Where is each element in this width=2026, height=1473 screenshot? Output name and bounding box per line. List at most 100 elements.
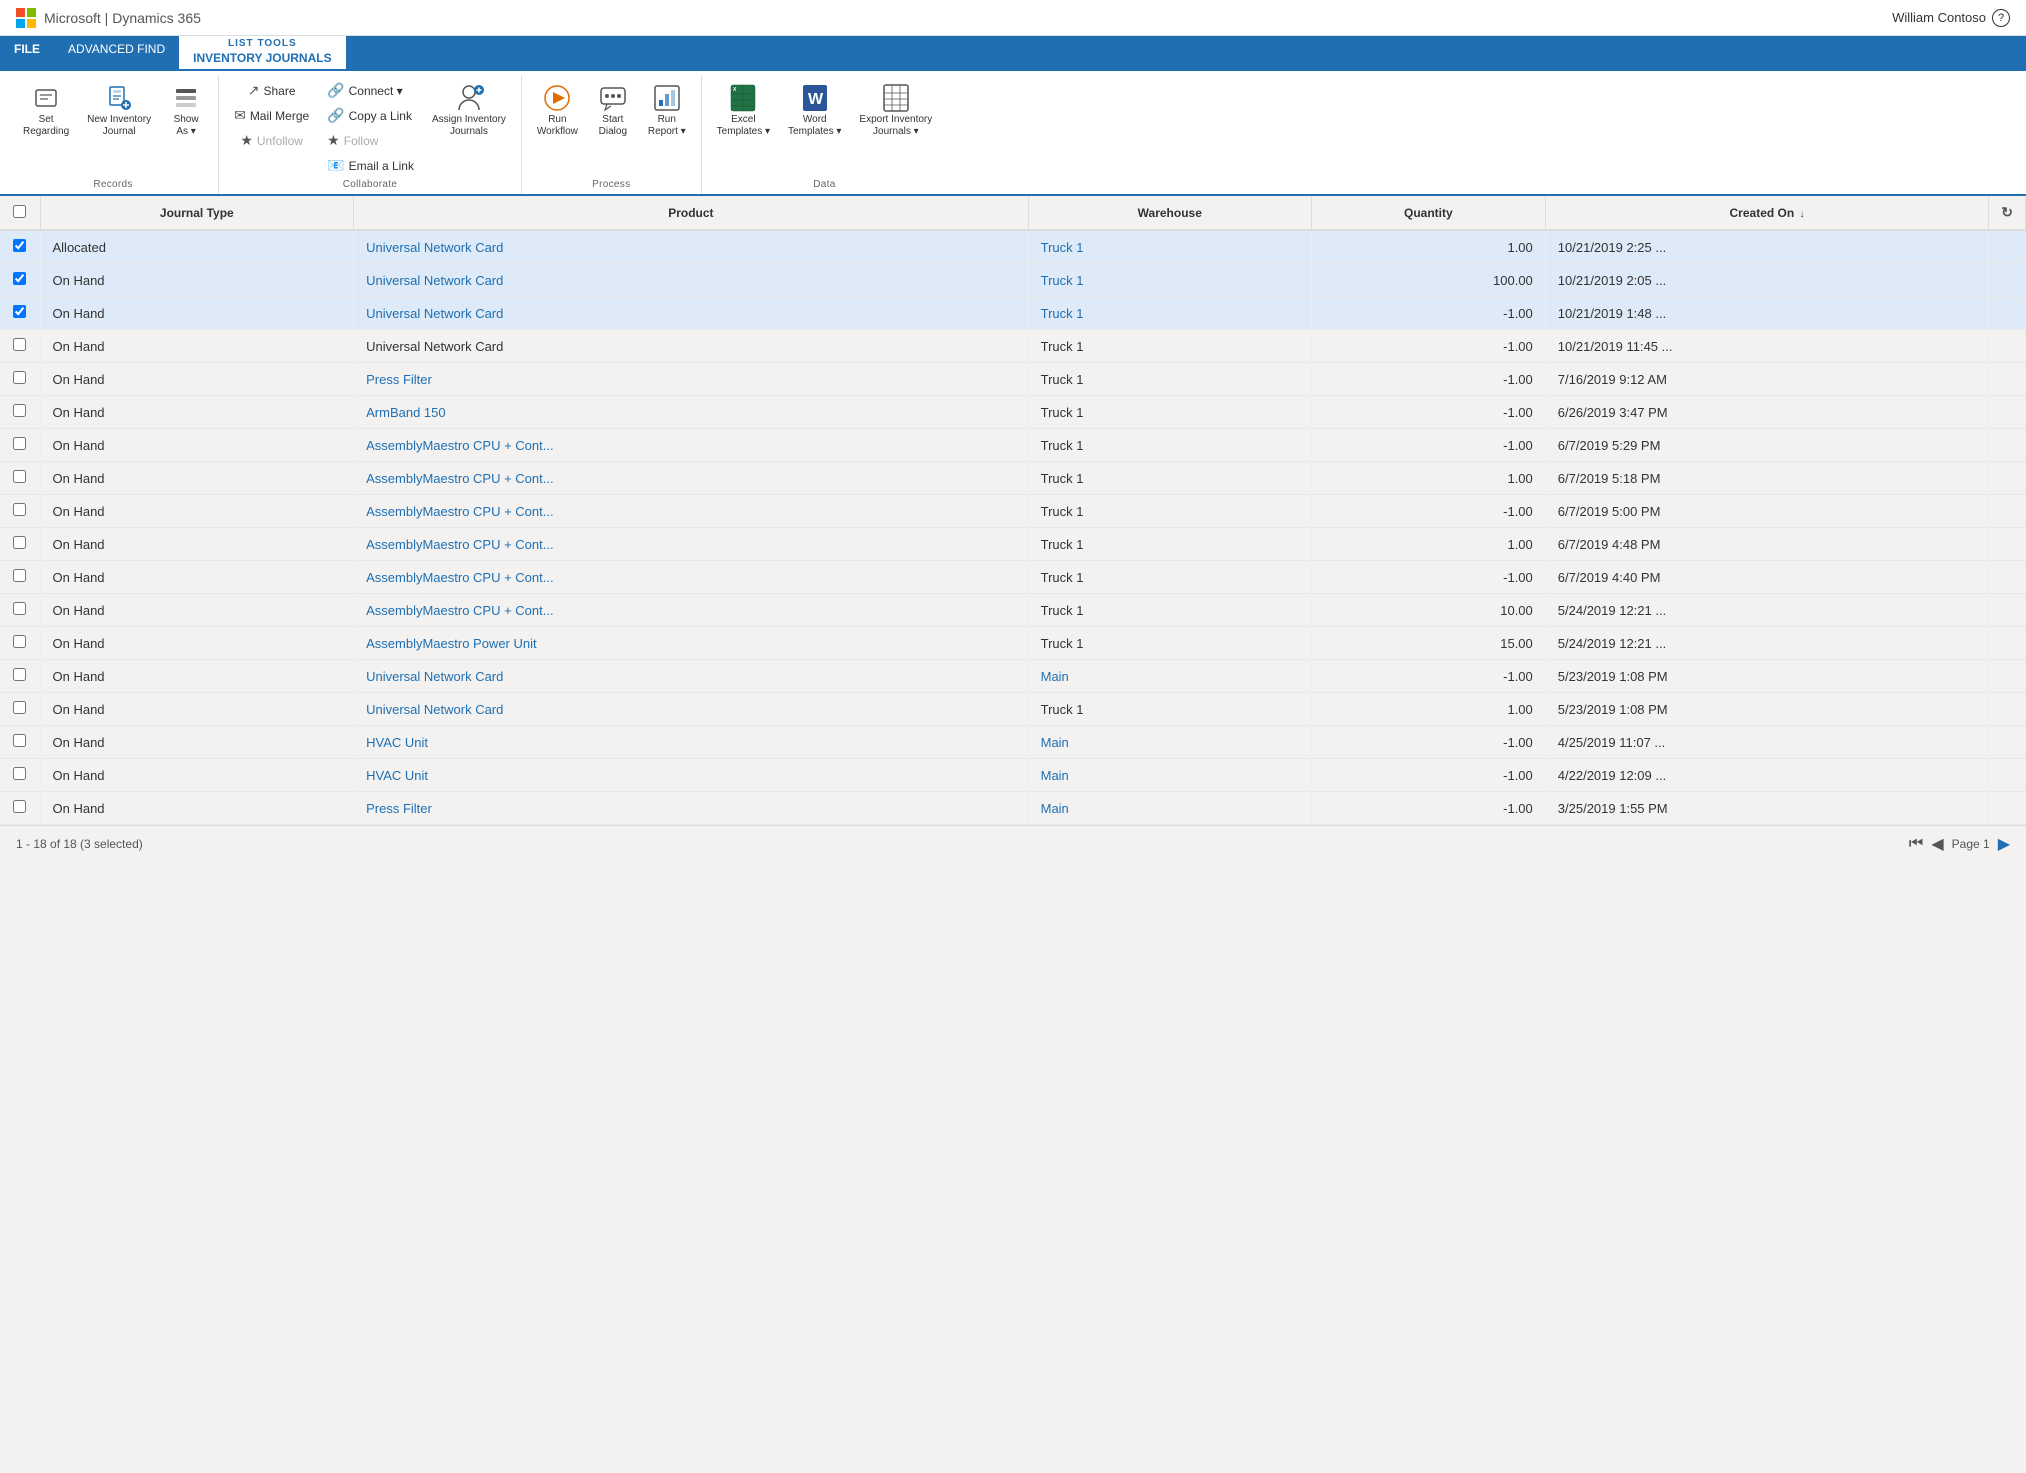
export-inventory-journals-button[interactable]: Export InventoryJournals ▾ [852,79,939,141]
product-link[interactable]: Universal Network Card [366,702,503,717]
quantity-header[interactable]: Quantity [1311,196,1545,230]
product-link[interactable]: AssemblyMaestro CPU + Cont... [366,537,553,552]
start-dialog-button[interactable]: StartDialog [589,79,637,141]
warehouse-cell[interactable]: Main [1028,726,1311,759]
row-checkbox-cell[interactable] [0,230,40,264]
warehouse-cell[interactable]: Main [1028,759,1311,792]
row-checkbox-cell[interactable] [0,363,40,396]
product-link[interactable]: AssemblyMaestro CPU + Cont... [366,471,553,486]
product-cell[interactable]: AssemblyMaestro Power Unit [354,627,1029,660]
row-checkbox[interactable] [13,536,26,549]
row-checkbox[interactable] [13,470,26,483]
row-checkbox[interactable] [13,371,26,384]
product-link[interactable]: Universal Network Card [366,240,503,255]
refresh-header[interactable]: ↻ [1989,196,2026,230]
product-cell[interactable]: HVAC Unit [354,759,1029,792]
copy-a-link-button[interactable]: 🔗 Copy a Link [320,104,419,127]
refresh-icon[interactable]: ↻ [2001,204,2013,220]
assign-inventory-journals-button[interactable]: Assign InventoryJournals [425,79,513,141]
row-checkbox-cell[interactable] [0,429,40,462]
product-link[interactable]: HVAC Unit [366,735,428,750]
unfollow-button[interactable]: ★ Unfollow [233,129,310,152]
row-checkbox[interactable] [13,602,26,615]
warehouse-link[interactable]: Main [1041,735,1069,750]
select-all-checkbox[interactable] [13,205,26,218]
warehouse-cell[interactable]: Truck 1 [1028,230,1311,264]
warehouse-link[interactable]: Truck 1 [1041,273,1084,288]
run-workflow-button[interactable]: RunWorkflow [530,79,585,141]
row-checkbox-cell[interactable] [0,495,40,528]
product-cell[interactable]: Universal Network Card [354,297,1029,330]
warehouse-link[interactable]: Truck 1 [1041,306,1084,321]
row-checkbox-cell[interactable] [0,330,40,363]
row-checkbox-cell[interactable] [0,594,40,627]
row-checkbox-cell[interactable] [0,396,40,429]
product-cell[interactable]: Universal Network Card [354,660,1029,693]
tab-advanced-find[interactable]: ADVANCED FIND [54,36,179,62]
row-checkbox-cell[interactable] [0,264,40,297]
row-checkbox[interactable] [13,239,26,252]
follow-button[interactable]: ★ Follow [320,129,385,152]
product-cell[interactable]: AssemblyMaestro CPU + Cont... [354,594,1029,627]
row-checkbox[interactable] [13,272,26,285]
product-link[interactable]: AssemblyMaestro CPU + Cont... [366,438,553,453]
journal-type-header[interactable]: Journal Type [40,196,354,230]
row-checkbox[interactable] [13,503,26,516]
warehouse-cell[interactable]: Truck 1 [1028,297,1311,330]
product-cell[interactable]: Universal Network Card [354,693,1029,726]
created-on-header[interactable]: Created On ↓ [1545,196,1988,230]
row-checkbox[interactable] [13,635,26,648]
row-checkbox-cell[interactable] [0,528,40,561]
product-link[interactable]: HVAC Unit [366,768,428,783]
row-checkbox[interactable] [13,338,26,351]
product-cell[interactable]: HVAC Unit [354,726,1029,759]
row-checkbox-cell[interactable] [0,660,40,693]
word-templates-button[interactable]: W WordTemplates ▾ [781,79,848,141]
product-link[interactable]: Universal Network Card [366,306,503,321]
email-a-link-button[interactable]: 📧 Email a Link [320,154,421,177]
product-cell[interactable]: Universal Network Card [354,230,1029,264]
row-checkbox[interactable] [13,437,26,450]
row-checkbox[interactable] [13,800,26,813]
row-checkbox-cell[interactable] [0,627,40,660]
product-link[interactable]: AssemblyMaestro CPU + Cont... [366,570,553,585]
warehouse-cell[interactable]: Main [1028,792,1311,825]
warehouse-cell[interactable]: Truck 1 [1028,264,1311,297]
run-report-button[interactable]: RunReport ▾ [641,79,693,141]
new-inventory-journal-button[interactable]: New InventoryJournal [80,79,158,141]
connect-button[interactable]: 🔗 Connect ▾ [320,79,410,102]
row-checkbox[interactable] [13,569,26,582]
row-checkbox-cell[interactable] [0,297,40,330]
product-cell[interactable]: Press Filter [354,792,1029,825]
product-cell[interactable]: Press Filter [354,363,1029,396]
warehouse-link[interactable]: Truck 1 [1041,240,1084,255]
row-checkbox-cell[interactable] [0,792,40,825]
prev-page-icon[interactable]: ◀ [1931,834,1943,854]
row-checkbox[interactable] [13,767,26,780]
row-checkbox-cell[interactable] [0,726,40,759]
row-checkbox[interactable] [13,404,26,417]
product-cell[interactable]: AssemblyMaestro CPU + Cont... [354,528,1029,561]
mail-merge-button[interactable]: ✉ Mail Merge [227,104,316,127]
row-checkbox[interactable] [13,668,26,681]
warehouse-link[interactable]: Main [1041,801,1069,816]
show-as-button[interactable]: ShowAs ▾ [162,79,210,141]
help-icon[interactable]: ? [1992,9,2010,27]
product-cell[interactable]: AssemblyMaestro CPU + Cont... [354,462,1029,495]
product-cell[interactable]: ArmBand 150 [354,396,1029,429]
row-checkbox[interactable] [13,305,26,318]
share-button[interactable]: ↗ Share [241,79,303,102]
product-cell[interactable]: AssemblyMaestro CPU + Cont... [354,495,1029,528]
row-checkbox-cell[interactable] [0,759,40,792]
product-link[interactable]: Universal Network Card [366,273,503,288]
row-checkbox[interactable] [13,734,26,747]
tab-list-tools[interactable]: LIST TOOLS INVENTORY JOURNALS [179,36,345,71]
row-checkbox-cell[interactable] [0,693,40,726]
warehouse-cell[interactable]: Main [1028,660,1311,693]
next-page-icon[interactable]: ▶ [1998,834,2010,854]
row-checkbox[interactable] [13,701,26,714]
product-link[interactable]: Press Filter [366,801,432,816]
product-header[interactable]: Product [354,196,1029,230]
product-link[interactable]: ArmBand 150 [366,405,446,420]
product-cell[interactable]: AssemblyMaestro CPU + Cont... [354,561,1029,594]
